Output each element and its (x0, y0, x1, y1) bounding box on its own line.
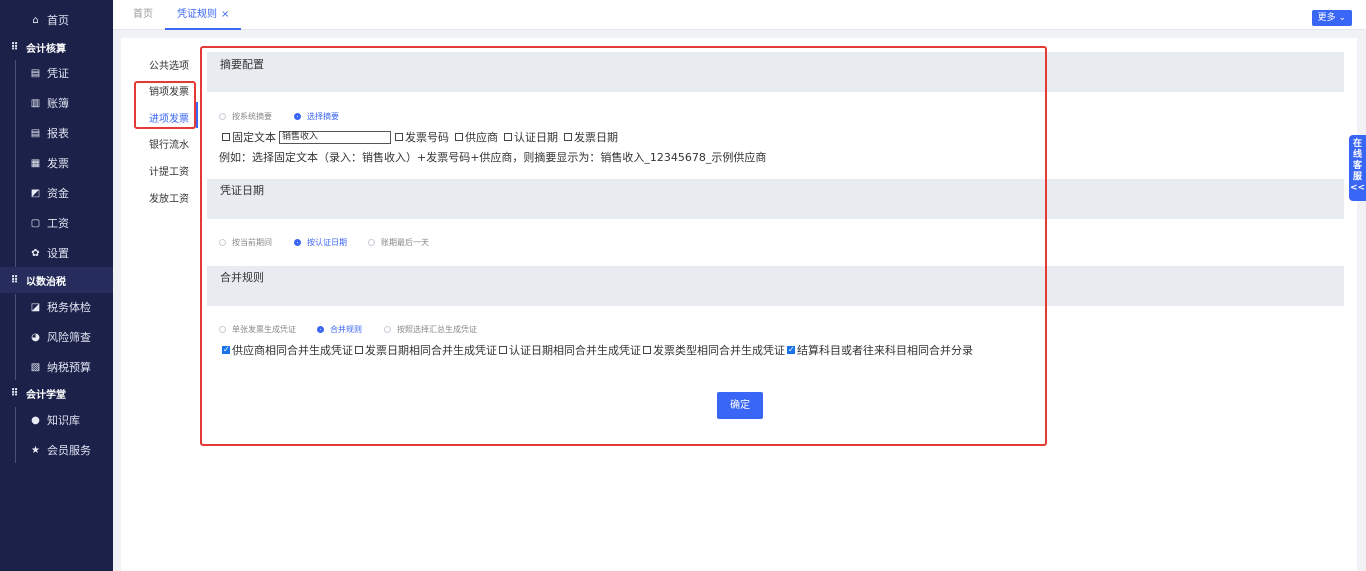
grid-icon: ⠿ (10, 274, 19, 286)
sidebar-item-salary[interactable]: ▢ 工资 (0, 210, 113, 236)
highlight-box-main (200, 46, 1047, 446)
grid-icon: ⠿ (10, 41, 19, 53)
nav-active-indicator (196, 102, 198, 128)
invoice-icon: ▦ (30, 157, 41, 169)
sidebar-item-home[interactable]: ⌂ 首页 (0, 7, 113, 33)
funds-icon: ◩ (30, 187, 41, 199)
tab-voucher-rules[interactable]: 凭证规则 × (165, 0, 242, 30)
salary-icon: ▢ (30, 217, 41, 229)
check-report-icon: ◪ (30, 301, 41, 313)
nav-bank-statement[interactable]: 银行流水 (149, 139, 189, 153)
sidebar-group-academy[interactable]: ⠿ 会计学堂 (0, 380, 113, 406)
sidebar-item-knowledge[interactable]: ● 知识库 (0, 407, 113, 433)
sidebar-item-funds[interactable]: ◩ 资金 (0, 180, 113, 206)
tab-home[interactable]: 首页 (133, 0, 153, 30)
sidebar-item-membership[interactable]: ★ 会员服务 (0, 437, 113, 463)
sidebar-item-invoice[interactable]: ▦ 发票 (0, 150, 113, 176)
sidebar-group-tax[interactable]: ⠿ 以数治税 (0, 267, 113, 293)
risk-icon: ◕ (31, 331, 40, 343)
nav-public-options[interactable]: 公共选项 (149, 60, 189, 74)
sidebar-item-ledger[interactable]: ▥ 账簿 (0, 90, 113, 116)
voucher-icon: ▤ (30, 67, 41, 79)
sidebar-item-voucher[interactable]: ▤ 凭证 (0, 60, 113, 86)
home-icon: ⌂ (32, 14, 39, 26)
gear-icon: ✿ (31, 247, 40, 259)
sidebar-item-settings[interactable]: ✿ 设置 (0, 240, 113, 266)
sidebar-item-report[interactable]: ▤ 报表 (0, 120, 113, 146)
sidebar-item-tax-check[interactable]: ◪ 税务体检 (0, 294, 113, 320)
highlight-box-nav (134, 81, 196, 129)
location-icon: ● (31, 414, 40, 426)
more-button[interactable]: 更多 ⌄ (1311, 10, 1352, 26)
sidebar-group-accounting[interactable]: ⠿ 会计核算 (0, 34, 113, 60)
star-icon: ★ (31, 444, 40, 456)
tab-bar: 首页 凭证规则 × 更多 ⌄ (113, 0, 1366, 30)
nav-pay-salary[interactable]: 发放工资 (149, 193, 189, 207)
close-icon[interactable]: × (221, 9, 229, 20)
nav-accrue-salary[interactable]: 计提工资 (149, 166, 189, 180)
sidebar-item-risk-screen[interactable]: ◕ 风险筛查 (0, 324, 113, 350)
online-service-tab[interactable]: 在线客服<< (1349, 135, 1366, 201)
ledger-icon: ▥ (30, 97, 41, 109)
report-icon: ▤ (30, 127, 41, 139)
budget-icon: ▧ (30, 361, 41, 373)
sidebar: ⌂ 首页 ⠿ 会计核算 ▤ 凭证 ▥ 账簿 ▤ 报表 ▦ 发票 ◩ 资金 ▢ 工… (0, 0, 113, 571)
sidebar-item-tax-budget[interactable]: ▧ 纳税预算 (0, 354, 113, 380)
grid-icon: ⠿ (10, 387, 19, 399)
